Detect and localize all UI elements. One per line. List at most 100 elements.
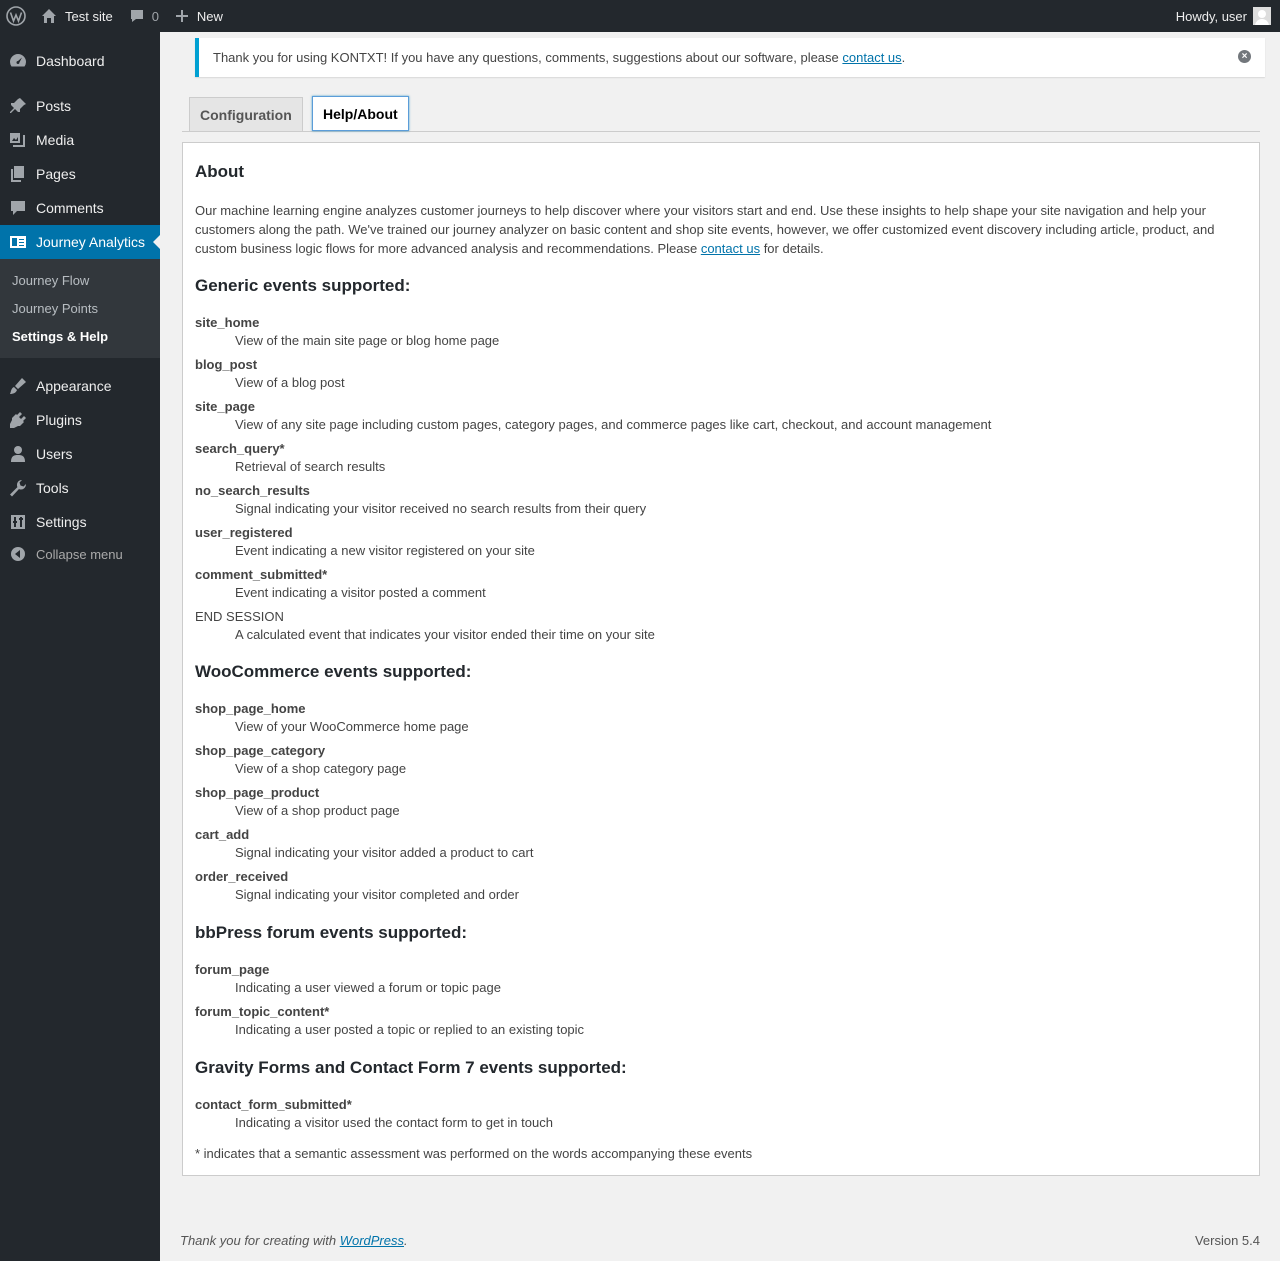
- notice-end: .: [901, 50, 906, 65]
- new-content-link[interactable]: New: [167, 0, 231, 32]
- pin-icon: [0, 89, 36, 123]
- plus-icon: [175, 10, 188, 22]
- wordpress-logo-button[interactable]: [0, 0, 33, 32]
- section-heading: bbPress forum events supported:: [195, 923, 468, 942]
- comments-link[interactable]: 0: [121, 0, 167, 32]
- sidebar-item-comments[interactable]: Comments: [0, 191, 160, 225]
- about-paragraph: Our machine learning engine analyzes cus…: [195, 201, 1245, 258]
- event-desc: View of the main site page or blog home …: [235, 333, 500, 348]
- section-heading: WooCommerce events supported:: [195, 662, 472, 681]
- sidebar-item-tools[interactable]: Tools: [0, 471, 160, 505]
- sidebar-item-plugins[interactable]: Plugins: [0, 403, 160, 437]
- event-name: user_registered: [195, 525, 293, 540]
- sidebar-item-label: Dashboard: [36, 53, 105, 69]
- tabs-divider: [182, 131, 1260, 132]
- event-desc: Signal indicating your visitor completed…: [235, 887, 519, 902]
- site-name: Test site: [65, 8, 113, 24]
- new-label: New: [196, 8, 223, 24]
- event-name: site_page: [195, 399, 255, 414]
- footer-text: Thank you for creating with: [180, 1233, 340, 1248]
- about-heading: About: [195, 162, 245, 181]
- dashboard-icon: [0, 44, 36, 78]
- sidebar-item-label: Journey Analytics: [36, 234, 145, 250]
- event-desc: Indicating a visitor used the contact fo…: [235, 1115, 553, 1130]
- event-desc: View of a shop category page: [235, 761, 407, 776]
- wrench-icon: [0, 471, 36, 505]
- tab-configuration[interactable]: Configuration: [189, 97, 303, 131]
- event-desc: Retrieval of search results: [235, 459, 386, 474]
- event-name: order_received: [195, 869, 289, 884]
- sidebar-item-dashboard[interactable]: Dashboard: [0, 44, 160, 78]
- event-desc: View of a blog post: [235, 375, 345, 390]
- wordpress-logo-icon: [6, 6, 26, 26]
- sidebar-item-label: Plugins: [36, 412, 82, 428]
- sidebar-item-label: Pages: [36, 166, 76, 182]
- user-icon: [0, 437, 36, 471]
- sidebar-item-users[interactable]: Users: [0, 437, 160, 471]
- comments-count: 0: [151, 8, 159, 24]
- footer-thanks: Thank you for creating with WordPress.: [180, 1233, 408, 1248]
- sidebar-item-label: Settings: [36, 514, 87, 530]
- about-contact-link[interactable]: contact us: [701, 241, 760, 256]
- collapse-menu-button[interactable]: Collapse menu: [0, 542, 160, 566]
- submenu-journey-flow[interactable]: Journey Flow: [12, 273, 89, 288]
- event-desc: View of a shop product page: [235, 803, 400, 818]
- site-name-link[interactable]: Test site: [33, 0, 121, 32]
- notice-message: Thank you for using KONTXT! If you have …: [213, 50, 843, 65]
- notice-contact-link[interactable]: contact us: [842, 50, 901, 65]
- footer-end: .: [404, 1233, 408, 1248]
- event-name: shop_page_category: [195, 743, 326, 758]
- admin-sidebar: Dashboard Posts Media Pages Comments Jou…: [0, 32, 160, 1261]
- event-name: forum_topic_content*: [195, 1004, 330, 1019]
- event-desc: Event indicating a visitor posted a comm…: [235, 585, 486, 600]
- event-name: shop_page_product: [195, 785, 320, 800]
- collapse-label: Collapse menu: [36, 546, 123, 562]
- dismiss-icon[interactable]: ×: [1238, 50, 1251, 63]
- sidebar-item-pages[interactable]: Pages: [0, 157, 160, 191]
- sidebar-item-journey-analytics[interactable]: Journey Analytics: [0, 225, 160, 259]
- help-about-panel: About Our machine learning engine analyz…: [182, 142, 1260, 1176]
- info-notice: Thank you for using KONTXT! If you have …: [195, 38, 1265, 77]
- journey-analytics-submenu: Journey Flow Journey Points Settings & H…: [0, 259, 160, 358]
- section-heading: Gravity Forms and Contact Form 7 events …: [195, 1058, 627, 1077]
- event-desc: Signal indicating your visitor added a p…: [235, 845, 534, 860]
- event-desc: View of any site page including custom p…: [235, 417, 992, 432]
- event-name: no_search_results: [195, 483, 310, 498]
- event-name: blog_post: [195, 357, 258, 372]
- event-desc: View of your WooCommerce home page: [235, 719, 469, 734]
- sidebar-item-settings[interactable]: Settings: [0, 505, 160, 539]
- sidebar-item-appearance[interactable]: Appearance: [0, 369, 160, 403]
- event-name: contact_form_submitted*: [195, 1097, 352, 1112]
- sidebar-item-posts[interactable]: Posts: [0, 89, 160, 123]
- event-desc: Indicating a user posted a topic or repl…: [235, 1022, 585, 1037]
- section-heading: Generic events supported:: [195, 276, 411, 295]
- howdy-text: Howdy, user: [1175, 8, 1247, 24]
- event-name: END SESSION: [195, 609, 284, 624]
- sidebar-item-label: Posts: [36, 98, 72, 114]
- submenu-settings-help[interactable]: Settings & Help: [12, 329, 108, 344]
- submenu-journey-points[interactable]: Journey Points: [12, 301, 98, 316]
- event-name: cart_add: [195, 827, 250, 842]
- tab-help-about[interactable]: Help/About: [312, 96, 409, 131]
- sidebar-item-label: Appearance: [36, 378, 112, 394]
- comment-icon: [130, 10, 143, 22]
- comment-icon: [0, 191, 36, 225]
- event-name: search_query*: [195, 441, 285, 456]
- media-icon: [0, 123, 36, 157]
- sidebar-item-label: Tools: [36, 480, 69, 496]
- sidebar-item-label: Comments: [36, 200, 104, 216]
- event-desc: Indicating a user viewed a forum or topi…: [235, 980, 501, 995]
- home-icon: [42, 9, 56, 23]
- plug-icon: [0, 403, 36, 437]
- event-desc: Signal indicating your visitor received …: [235, 501, 647, 516]
- wordpress-link[interactable]: WordPress: [340, 1233, 404, 1248]
- admin-bar: Test site 0 New Howdy, user: [0, 0, 1280, 32]
- event-name: shop_page_home: [195, 701, 306, 716]
- notice-text: Thank you for using KONTXT! If you have …: [213, 50, 905, 65]
- event-desc: Event indicating a new visitor registere…: [235, 543, 535, 558]
- sidebar-item-media[interactable]: Media: [0, 123, 160, 157]
- sidebar-item-label: Users: [36, 446, 73, 462]
- my-account-link[interactable]: Howdy, user: [1176, 7, 1280, 25]
- sliders-icon: [0, 505, 36, 539]
- avatar: [1253, 7, 1271, 25]
